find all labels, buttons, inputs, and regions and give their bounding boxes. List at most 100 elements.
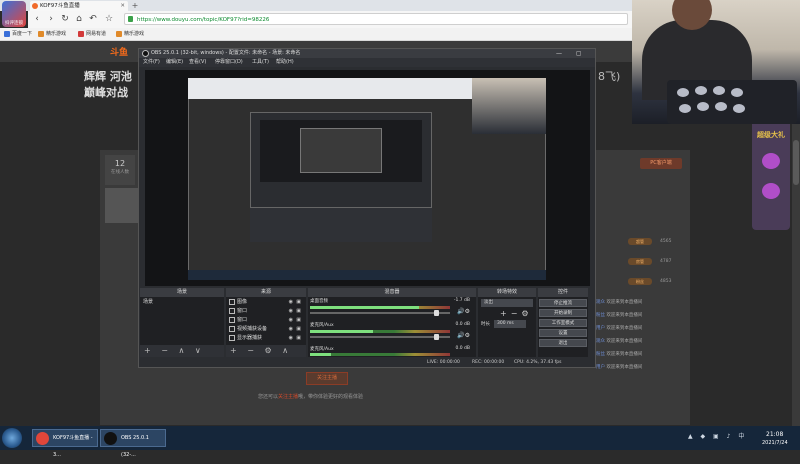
follow-hint-link[interactable]: 关注主播 xyxy=(278,394,298,400)
speaker-icon[interactable]: 🔊⚙ xyxy=(457,332,470,339)
bookmark-item[interactable]: 百度一下 xyxy=(4,29,32,39)
visibility-eye-icon[interactable]: ◉ xyxy=(289,325,293,333)
rec-timer: REC: 00:00:00 xyxy=(472,360,505,365)
mixer-channel: 麦克风/Aux 0.0 dB 🔊⚙ xyxy=(310,322,475,340)
source-item[interactable]: 显示器捕获 ◉ ▣ xyxy=(227,334,303,342)
volume-knob[interactable] xyxy=(434,334,440,340)
speaker-icon[interactable]: 🔊⚙ xyxy=(457,308,470,315)
rank-number: 4853 xyxy=(660,279,672,284)
chat-text: 欢迎来到本直播间 xyxy=(606,352,643,357)
obs-statusbar: LIVE: 00:00:00 REC: 00:00:00 CPU: 4.2%, … xyxy=(139,358,595,367)
audio-meter-level xyxy=(310,306,420,309)
page-scrollbar-thumb[interactable] xyxy=(793,140,799,185)
browser-tab[interactable]: KOF97斗鱼直播 ✕ xyxy=(30,1,128,11)
sources-footer[interactable]: + − ⚙ ∧ ∨ xyxy=(226,345,306,367)
duration-input[interactable]: 300 ms xyxy=(494,320,526,328)
menu-tools[interactable]: 工具(T) xyxy=(252,58,269,67)
menu-file[interactable]: 文件(F) xyxy=(143,58,160,67)
system-tray[interactable]: ▲ ◆ ▣ ♪ 中 xyxy=(688,430,758,444)
follow-hint: 您还可以关注主播哦，带你体验更好的观看体验 xyxy=(258,393,363,400)
window-source-icon xyxy=(229,317,235,323)
transitions-dock-title: 转场特效 xyxy=(478,288,536,297)
favorite-star-icon[interactable]: ☆ xyxy=(104,13,114,25)
rank-pill: 粉丝 xyxy=(628,278,652,285)
new-tab-button[interactable]: + xyxy=(130,1,140,11)
chat-line: 用户 欢迎来到本直播间 xyxy=(596,364,642,370)
source-item[interactable]: 窗口 ◉ ▣ xyxy=(227,307,303,315)
recommend-thumbnail[interactable] xyxy=(105,188,140,223)
chat-user[interactable]: 粉丝 xyxy=(596,352,605,357)
volume-knob[interactable] xyxy=(434,310,440,316)
bookmark-label: 精乐游戏 xyxy=(46,31,67,37)
back-icon[interactable]: ‹ xyxy=(32,13,42,25)
clock-date[interactable]: 2021/7/24 xyxy=(762,440,788,446)
volume-slider[interactable] xyxy=(310,310,450,316)
studio-mode-button[interactable]: 工作室模式 xyxy=(539,319,587,327)
bookmark-item[interactable]: 精乐游戏 xyxy=(116,29,144,39)
taskbar-item-label: OBS 25.0.1 (32-... xyxy=(121,435,149,458)
taskbar-item-obs[interactable]: OBS 25.0.1 (32-... xyxy=(100,429,166,458)
lock-icon[interactable]: ▣ xyxy=(296,298,301,306)
close-tab-icon[interactable]: ✕ xyxy=(120,1,125,11)
source-item[interactable]: 窗口 ◉ ▣ xyxy=(227,316,303,324)
chat-user[interactable]: 用户 xyxy=(596,365,605,370)
visibility-eye-icon[interactable]: ◉ xyxy=(289,334,293,342)
lock-icon[interactable]: ▣ xyxy=(296,325,301,333)
bookmark-label: 精乐游戏 xyxy=(124,31,145,37)
browser-logo-icon[interactable]: 抖评连锁 xyxy=(2,1,26,27)
clock-time[interactable]: 21:08 xyxy=(766,431,783,438)
start-button-icon[interactable] xyxy=(2,428,22,448)
lock-icon[interactable]: ▣ xyxy=(296,307,301,315)
undo-icon[interactable]: ↶ xyxy=(88,13,98,25)
obs-window-controls[interactable]: — ▢ ✕ xyxy=(556,49,594,66)
visibility-eye-icon[interactable]: ◉ xyxy=(289,316,293,324)
menu-docks[interactable]: 停靠窗口(D) xyxy=(215,58,243,67)
volume-slider[interactable] xyxy=(310,334,450,340)
forward-icon[interactable]: › xyxy=(46,13,56,25)
menu-view[interactable]: 查看(V) xyxy=(189,58,206,67)
sources-dock-title: 来源 xyxy=(226,288,306,297)
settings-button[interactable]: 设置 xyxy=(539,329,587,337)
chat-user[interactable]: 观众 xyxy=(596,339,605,344)
menu-help[interactable]: 帮助(H) xyxy=(276,58,294,67)
source-item[interactable]: 视频捕获设备 ◉ ▣ xyxy=(227,325,303,333)
lock-icon[interactable]: ▣ xyxy=(296,334,301,342)
address-bar[interactable]: https://www.douyu.com/topic/KOF97?rid=98… xyxy=(124,13,628,25)
mixer-dock-title: 混音器 xyxy=(308,288,476,297)
taskbar-item-label: KOF97斗鱼直播 - 3... xyxy=(53,435,93,458)
chat-user[interactable]: 用户 xyxy=(596,326,605,331)
scene-item[interactable]: 场景 xyxy=(141,298,223,306)
bookmark-item[interactable]: 精乐游戏 xyxy=(38,29,66,39)
douyu-logo[interactable]: 斗鱼 xyxy=(110,45,128,58)
chat-text: 欢迎来到本直播间 xyxy=(606,339,643,344)
browser-tab-title: KOF97斗鱼直播 xyxy=(40,3,80,9)
refresh-icon[interactable]: ↻ xyxy=(60,13,70,25)
lock-icon[interactable]: ▣ xyxy=(296,316,301,324)
stream-title-line1: 辉辉 河池 xyxy=(84,70,132,83)
live-timer: LIVE: 00:00:00 xyxy=(427,360,460,365)
menu-edit[interactable]: 编辑(E) xyxy=(166,58,183,67)
scenes-footer[interactable]: + − ∧ ∨ xyxy=(140,345,224,357)
preview-nested-inner xyxy=(300,128,382,173)
source-item[interactable]: 图像 ◉ ▣ xyxy=(227,298,303,306)
visibility-eye-icon[interactable]: ◉ xyxy=(289,298,293,306)
chat-user[interactable]: 粉丝 xyxy=(596,313,605,318)
follow-button[interactable]: 关注主播 xyxy=(306,372,348,385)
pc-client-button[interactable]: PC客户端 xyxy=(640,158,682,169)
mixer-channel-db: 0.0 dB xyxy=(455,322,470,327)
taskbar-item-browser[interactable]: KOF97斗鱼直播 - 3... xyxy=(32,429,98,458)
visibility-eye-icon[interactable]: ◉ xyxy=(289,307,293,315)
start-recording-button[interactable]: 开始录制 xyxy=(539,309,587,317)
arcade-stick xyxy=(667,80,797,124)
chat-user[interactable]: 观众 xyxy=(596,300,605,305)
bookmark-item[interactable]: 网易有道 xyxy=(78,29,106,39)
exit-button[interactable]: 退出 xyxy=(539,339,587,347)
follow-hint-suffix: 哦，带你体验更好的观看体验 xyxy=(298,394,364,400)
transition-select[interactable]: 淡出 xyxy=(481,299,533,307)
obs-titlebar[interactable]: OBS 25.0.1 (32-bit, windows) - 配置文件: 未命名… xyxy=(139,49,595,58)
home-icon[interactable]: ⌂ xyxy=(74,13,84,25)
stop-streaming-button[interactable]: 停止推流 xyxy=(539,299,587,307)
transition-add-remove[interactable]: +−⚙ xyxy=(500,309,533,318)
bookmark-icon xyxy=(116,31,122,37)
stream-title-line2: 巅峰对战 xyxy=(84,86,128,99)
